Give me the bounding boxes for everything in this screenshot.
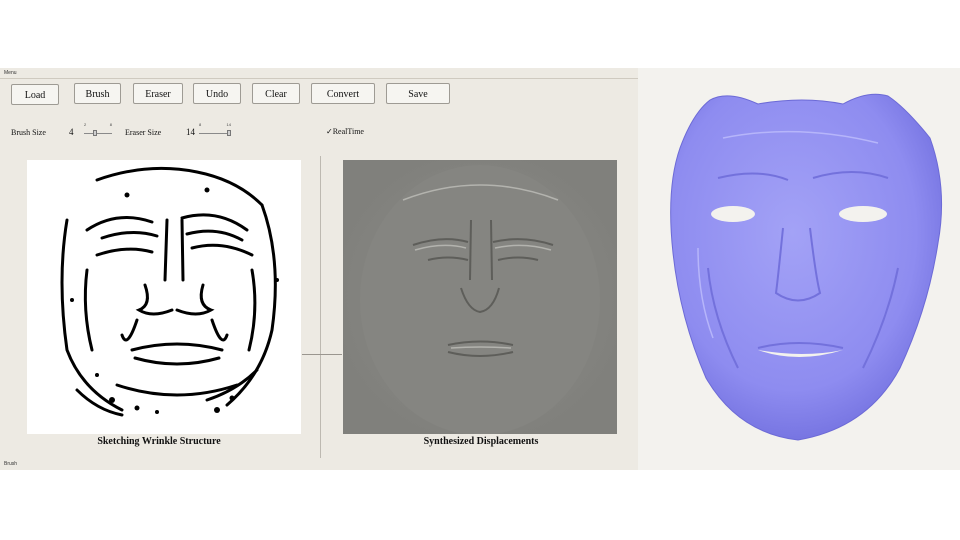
status-bar: Brush — [4, 461, 18, 467]
checkmark-icon: ✓ — [326, 127, 333, 136]
displacement-panel-caption: Synthesized Displacements — [423, 436, 539, 447]
save-button[interactable]: Save — [386, 83, 450, 104]
realtime-checkbox[interactable]: ✓RealTime — [326, 127, 364, 136]
realtime-label: RealTime — [332, 127, 364, 136]
brush-size-value: 4 — [69, 127, 74, 137]
eraser-size-value: 14 — [186, 127, 195, 137]
panel-connector-line — [302, 354, 342, 355]
face-mesh-render — [670, 93, 943, 441]
undo-button[interactable]: Undo — [193, 83, 241, 104]
eraser-button[interactable]: Eraser — [133, 83, 183, 104]
convert-button[interactable]: Convert — [311, 83, 375, 104]
wrinkle-sketch-drawing — [60, 166, 279, 417]
slider-max-label: 8 — [109, 122, 112, 127]
menu-label[interactable]: Menu — [4, 70, 17, 76]
brush-size-label: Brush Size — [11, 128, 46, 137]
sketch-canvas[interactable] — [27, 160, 301, 434]
brush-button[interactable]: Brush — [74, 83, 121, 104]
face-surface — [670, 93, 943, 441]
slider-max-label: 14 — [226, 122, 231, 127]
load-button[interactable]: Load — [11, 84, 59, 105]
menu-bar[interactable]: Menu — [0, 68, 638, 79]
left-eye-hole — [711, 206, 755, 222]
slider-thumb[interactable] — [93, 130, 97, 136]
slider-min-label: 8 — [199, 122, 202, 127]
displacement-map-image — [343, 160, 617, 435]
3d-face-viewer[interactable] — [638, 68, 960, 470]
eraser-size-label: Eraser Size — [125, 128, 162, 137]
sketch-panel-caption: Sketching Wrinkle Structure — [97, 436, 221, 447]
displacement-view — [343, 160, 617, 435]
sketch-app-window: Menu Load Brush Eraser Undo Clear Conver… — [0, 68, 638, 470]
slider-min-label: 2 — [84, 122, 87, 127]
brush-size-slider[interactable]: 2 8 — [84, 122, 112, 138]
slider-thumb[interactable] — [227, 130, 231, 136]
slider-track — [84, 133, 112, 134]
panel-divider — [320, 156, 321, 458]
eraser-size-slider[interactable]: 8 14 — [199, 122, 231, 138]
right-eye-hole — [839, 206, 887, 222]
clear-button[interactable]: Clear — [252, 83, 300, 104]
